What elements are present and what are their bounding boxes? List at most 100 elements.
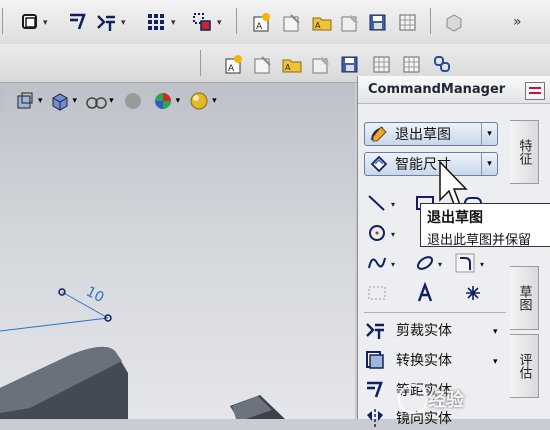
offset-icon — [70, 13, 86, 30]
chevron-down-icon[interactable]: ▾ — [121, 18, 126, 28]
chevron-down-icon[interactable]: ▾ — [391, 200, 395, 209]
svg-text:A: A — [315, 21, 321, 30]
edit-icon — [341, 15, 358, 32]
convert-entities-icon — [366, 351, 384, 369]
watermark-logo-icon — [398, 384, 428, 414]
appearance-sphere-icon[interactable] — [122, 90, 144, 112]
tooltip-description: 退出此草图并保留 — [427, 233, 532, 248]
new-annotation-button[interactable]: A — [250, 10, 274, 34]
scene-color-icon[interactable] — [152, 90, 174, 112]
grid-note-button[interactable] — [400, 52, 424, 76]
trim-tool-button[interactable] — [94, 10, 118, 34]
mirror-icon — [367, 409, 383, 427]
smart-dimension-button[interactable]: 智能尺寸 ▾ — [364, 152, 498, 176]
construction-geometry-button[interactable] — [366, 282, 388, 304]
grid-dots-icon — [148, 14, 164, 30]
open-folder-button[interactable]: A — [280, 52, 304, 76]
sketch-line[interactable] — [0, 317, 109, 332]
circle-tool-button[interactable] — [366, 222, 388, 244]
display-style-icon[interactable] — [49, 90, 71, 112]
note-star-icon: A — [225, 55, 242, 74]
open-folder-button[interactable]: A — [310, 10, 334, 34]
chevron-down-icon[interactable]: ▾ — [438, 260, 442, 269]
convert-entities-button[interactable]: 转换实体 — [364, 348, 452, 372]
chevron-down-icon[interactable]: ▾ — [481, 123, 497, 145]
chevron-down-icon[interactable]: ▾ — [391, 260, 395, 269]
chevron-down-icon[interactable]: ▾ — [217, 18, 222, 28]
note-icon — [283, 14, 300, 32]
tooltip: 退出草图 退出此草图并保留 — [420, 203, 550, 248]
smart-dimension-icon — [370, 155, 388, 173]
tab-features[interactable]: 特征 — [510, 120, 539, 184]
section-view-icon[interactable] — [14, 90, 36, 112]
svg-text:A: A — [285, 63, 291, 72]
scene-sphere-icon[interactable] — [188, 90, 210, 112]
edit-icon — [312, 57, 329, 74]
offset-icon — [367, 381, 383, 398]
fillet-tool-button[interactable] — [454, 252, 476, 274]
toolbar-separator — [0, 91, 4, 111]
link-button[interactable] — [430, 52, 454, 76]
sketch-canvas[interactable] — [0, 83, 355, 419]
hide-show-icon[interactable] — [85, 90, 107, 112]
toolbar-separator — [2, 8, 3, 34]
chevron-down-icon[interactable]: ▾ — [493, 357, 498, 367]
save-button[interactable] — [338, 52, 362, 76]
chevron-down-icon[interactable]: ▾ — [391, 230, 395, 239]
chevron-down-icon[interactable]: ▾ — [481, 153, 497, 175]
link-icon — [434, 56, 450, 72]
grid-pattern-button[interactable] — [144, 10, 168, 34]
circle-icon — [369, 225, 385, 241]
chevron-down-icon[interactable]: ▾ — [38, 96, 43, 106]
floppy-lock-icon — [341, 56, 358, 73]
grid-note-icon — [399, 14, 416, 31]
svg-text:A: A — [256, 22, 263, 32]
trim-icon — [97, 15, 115, 31]
folder-icon: A — [282, 59, 302, 73]
note-star-icon: A — [253, 13, 270, 32]
grid-note-button[interactable] — [370, 52, 394, 76]
edit-note-button[interactable] — [309, 52, 333, 76]
toolbar-separator — [430, 8, 431, 34]
grid-note-icon — [373, 56, 390, 73]
chevron-down-icon[interactable]: ▾ — [212, 96, 217, 106]
display-states-button[interactable] — [442, 10, 466, 34]
point-tool-button[interactable] — [462, 282, 484, 304]
watermark: 经验 — [428, 390, 464, 411]
note-button[interactable] — [251, 52, 275, 76]
view-orientation-button[interactable] — [18, 10, 42, 34]
save-button[interactable] — [366, 10, 390, 34]
text-tool-button[interactable] — [414, 282, 436, 304]
sketch-fillet-icon — [455, 253, 475, 273]
chevron-down-icon[interactable]: ▾ — [176, 96, 181, 106]
chevron-down-icon[interactable]: ▾ — [493, 327, 498, 337]
chevron-down-icon[interactable]: ▾ — [73, 96, 78, 106]
chevron-down-icon[interactable]: ▾ — [109, 96, 114, 106]
edit-note-button[interactable] — [338, 10, 362, 34]
note-button[interactable] — [280, 10, 304, 34]
overflow-chevron-icon[interactable]: » — [513, 14, 522, 30]
grid-note-button[interactable] — [396, 10, 420, 34]
tab-sketch[interactable]: 草图 — [510, 266, 539, 330]
move-icon — [193, 13, 211, 31]
spline-icon — [368, 257, 386, 269]
construction-icon — [368, 286, 386, 300]
move-entities-button[interactable] — [190, 10, 214, 34]
chevron-down-icon[interactable]: ▾ — [480, 260, 484, 269]
line-tool-button[interactable] — [366, 192, 388, 214]
standard-toolbar: ▾ ▾ ▾ ▾ A A » — [0, 0, 550, 45]
graphics-viewport[interactable]: 10 — [0, 83, 355, 419]
chevron-down-icon[interactable]: ▾ — [171, 18, 176, 28]
spline-tool-button[interactable] — [366, 252, 388, 274]
heads-up-view-toolbar: ▾ ▾ ▾ ▾ ▾ — [0, 88, 217, 114]
toolbar-separator — [236, 8, 237, 34]
new-annotation-button[interactable]: A — [222, 52, 246, 76]
exit-sketch-button[interactable]: 退出草图 ▾ — [364, 122, 498, 146]
tab-evaluate[interactable]: 评估 — [510, 334, 539, 398]
offset-tool-button[interactable] — [66, 10, 90, 34]
trim-entities-button[interactable]: 剪裁实体 — [364, 318, 452, 342]
grid-note-icon — [403, 56, 420, 73]
pin-icon[interactable] — [525, 82, 545, 100]
ellipse-tool-button[interactable] — [414, 252, 436, 274]
chevron-down-icon[interactable]: ▾ — [43, 18, 48, 28]
